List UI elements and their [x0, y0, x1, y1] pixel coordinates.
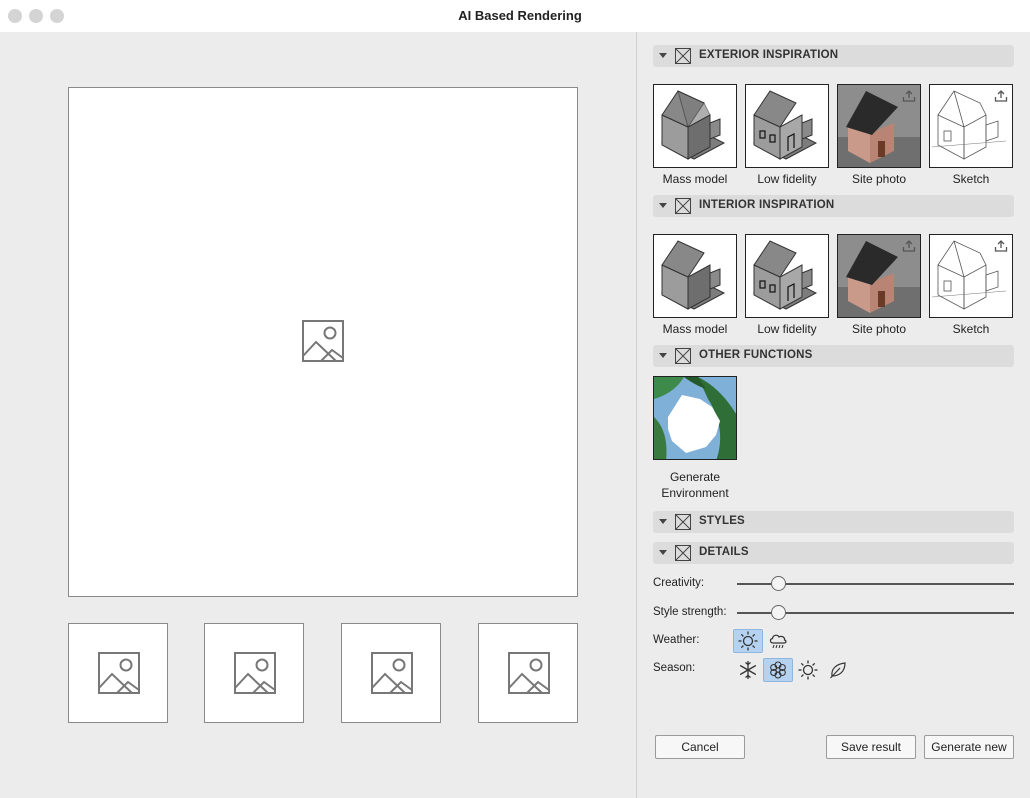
- tile-label: Mass model: [662, 322, 728, 336]
- image-placeholder-icon: [302, 320, 344, 362]
- section-label: OTHER FUNCTIONS: [699, 349, 813, 361]
- tile-label: Low fidelity: [757, 172, 817, 186]
- app-window: AI Based Rendering EXTERIOR INSPIRATION …: [0, 0, 1030, 798]
- title-bar: AI Based Rendering: [0, 0, 1030, 32]
- generate-environment-label-line1: Generate: [669, 470, 721, 484]
- disclosure-triangle-icon: [659, 203, 667, 208]
- disclosure-triangle-icon: [659, 53, 667, 58]
- house-low-fidelity-icon: [752, 90, 818, 160]
- image-placeholder-icon: [234, 652, 276, 694]
- rain-cloud-icon: [769, 634, 787, 649]
- disclosure-triangle-icon: [659, 519, 667, 524]
- section-x-box-icon: [675, 545, 691, 561]
- tile-label: Low fidelity: [757, 322, 817, 336]
- sun-icon: [738, 631, 758, 651]
- upload-icon[interactable]: [902, 239, 916, 253]
- save-result-button[interactable]: Save result: [826, 735, 916, 759]
- sun-icon: [798, 660, 818, 680]
- cancel-button[interactable]: Cancel: [655, 735, 745, 759]
- settings-panel: EXTERIOR INSPIRATION Mass model Low fide…: [637, 32, 1030, 798]
- house-low-fidelity-icon: [752, 240, 818, 310]
- section-details[interactable]: DETAILS: [653, 542, 1014, 564]
- tile-label: Sketch: [952, 172, 990, 186]
- environment-image: [654, 377, 736, 459]
- image-placeholder-icon: [508, 652, 550, 694]
- weather-rainy-button[interactable]: [763, 629, 793, 653]
- section-label: EXTERIOR INSPIRATION: [699, 49, 839, 61]
- house-mass-model-icon: [660, 240, 726, 310]
- interior-low-fidelity-tile[interactable]: [745, 234, 829, 318]
- house-mass-model-icon: [660, 90, 726, 160]
- section-label: DETAILS: [699, 546, 749, 558]
- disclosure-triangle-icon: [659, 353, 667, 358]
- season-summer-button[interactable]: [793, 658, 823, 682]
- season-spring-button[interactable]: [763, 658, 793, 682]
- section-x-box-icon: [675, 348, 691, 364]
- result-thumbnail-2[interactable]: [204, 623, 304, 723]
- exterior-low-fidelity-tile[interactable]: [745, 84, 829, 168]
- snowflake-icon: [739, 661, 757, 679]
- section-x-box-icon: [675, 48, 691, 64]
- creativity-label: Creativity:: [653, 577, 705, 589]
- tile-label: Site photo: [851, 172, 907, 186]
- section-interior-inspiration[interactable]: INTERIOR INSPIRATION: [653, 195, 1014, 217]
- style-strength-label: Style strength:: [653, 606, 727, 618]
- interior-sketch-tile[interactable]: [929, 234, 1013, 318]
- generate-environment-tile[interactable]: [653, 376, 737, 460]
- main-render-preview[interactable]: [68, 87, 578, 597]
- generate-new-button[interactable]: Generate new: [924, 735, 1014, 759]
- season-autumn-button[interactable]: [823, 658, 853, 682]
- generate-environment-label-line2: Environment: [661, 486, 729, 500]
- tile-label: Site photo: [851, 322, 907, 336]
- season-label: Season:: [653, 662, 696, 674]
- interior-mass-model-tile[interactable]: [653, 234, 737, 318]
- image-placeholder-icon: [371, 652, 413, 694]
- tile-label: Mass model: [662, 172, 728, 186]
- upload-icon[interactable]: [994, 239, 1008, 253]
- disclosure-triangle-icon: [659, 550, 667, 555]
- section-other-functions[interactable]: OTHER FUNCTIONS: [653, 345, 1014, 367]
- upload-icon[interactable]: [902, 89, 916, 103]
- section-exterior-inspiration[interactable]: EXTERIOR INSPIRATION: [653, 45, 1014, 67]
- creativity-slider[interactable]: [737, 576, 1014, 591]
- render-area: [0, 32, 636, 798]
- exterior-mass-model-tile[interactable]: [653, 84, 737, 168]
- tile-label: Sketch: [952, 322, 990, 336]
- image-placeholder-icon: [98, 652, 140, 694]
- section-x-box-icon: [675, 198, 691, 214]
- window-title: AI Based Rendering: [458, 8, 582, 23]
- upload-icon[interactable]: [994, 89, 1008, 103]
- weather-label: Weather:: [653, 634, 700, 646]
- flower-icon: [770, 661, 786, 679]
- weather-sunny-button[interactable]: [733, 629, 763, 653]
- section-styles[interactable]: STYLES: [653, 511, 1014, 533]
- section-label: STYLES: [699, 515, 745, 527]
- exterior-sketch-tile[interactable]: [929, 84, 1013, 168]
- creativity-slider-knob[interactable]: [771, 576, 787, 591]
- season-winter-button[interactable]: [733, 658, 763, 682]
- exterior-site-photo-tile[interactable]: [837, 84, 921, 168]
- leaf-icon: [830, 662, 846, 679]
- result-thumbnail-1[interactable]: [68, 623, 168, 723]
- style-strength-slider[interactable]: [737, 605, 1014, 620]
- section-x-box-icon: [675, 514, 691, 530]
- section-label: INTERIOR INSPIRATION: [699, 199, 835, 211]
- result-thumbnail-3[interactable]: [341, 623, 441, 723]
- result-thumbnail-4[interactable]: [478, 623, 578, 723]
- style-strength-slider-knob[interactable]: [771, 605, 787, 620]
- interior-site-photo-tile[interactable]: [837, 234, 921, 318]
